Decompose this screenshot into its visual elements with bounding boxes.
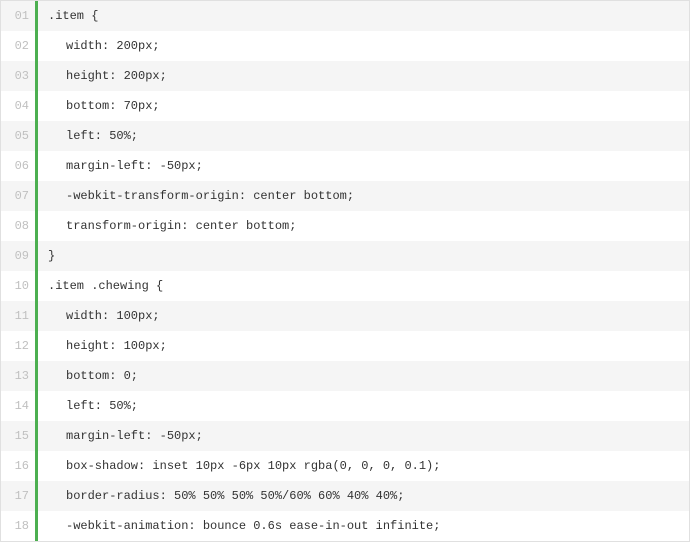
code-content: transform-origin: center bottom; <box>38 219 296 233</box>
code-line: 03 height: 200px; <box>1 61 689 91</box>
code-content: left: 50%; <box>38 399 138 413</box>
code-content: height: 100px; <box>38 339 167 353</box>
code-content: .item { <box>38 9 98 23</box>
code-content: box-shadow: inset 10px -6px 10px rgba(0,… <box>38 459 440 473</box>
code-line: 16 box-shadow: inset 10px -6px 10px rgba… <box>1 451 689 481</box>
line-number: 08 <box>1 219 35 233</box>
line-number: 10 <box>1 279 35 293</box>
code-line: 13 bottom: 0; <box>1 361 689 391</box>
code-line: 12 height: 100px; <box>1 331 689 361</box>
code-line: 11 width: 100px; <box>1 301 689 331</box>
code-line: 10 .item .chewing { <box>1 271 689 301</box>
line-number: 18 <box>1 519 35 533</box>
code-content: margin-left: -50px; <box>38 159 203 173</box>
code-content: .item .chewing { <box>38 279 163 293</box>
line-number: 01 <box>1 9 35 23</box>
code-line: 09 } <box>1 241 689 271</box>
line-number: 14 <box>1 399 35 413</box>
line-number: 12 <box>1 339 35 353</box>
line-number: 03 <box>1 69 35 83</box>
code-line: 14 left: 50%; <box>1 391 689 421</box>
line-number: 11 <box>1 309 35 323</box>
line-number: 02 <box>1 39 35 53</box>
line-number: 16 <box>1 459 35 473</box>
code-line: 17 border-radius: 50% 50% 50% 50%/60% 60… <box>1 481 689 511</box>
code-content: -webkit-animation: bounce 0.6s ease-in-o… <box>38 519 440 533</box>
code-line: 15 margin-left: -50px; <box>1 421 689 451</box>
line-number: 17 <box>1 489 35 503</box>
code-content: bottom: 70px; <box>38 99 160 113</box>
line-number: 13 <box>1 369 35 383</box>
code-content: left: 50%; <box>38 129 138 143</box>
code-line: 07 -webkit-transform-origin: center bott… <box>1 181 689 211</box>
line-number: 07 <box>1 189 35 203</box>
code-line: 18 -webkit-animation: bounce 0.6s ease-i… <box>1 511 689 541</box>
code-content: } <box>38 249 55 263</box>
code-content: margin-left: -50px; <box>38 429 203 443</box>
code-line: 01 .item { <box>1 1 689 31</box>
code-line: 05 left: 50%; <box>1 121 689 151</box>
line-number: 15 <box>1 429 35 443</box>
line-number: 04 <box>1 99 35 113</box>
code-line: 08 transform-origin: center bottom; <box>1 211 689 241</box>
code-content: width: 100px; <box>38 309 160 323</box>
line-number: 05 <box>1 129 35 143</box>
line-number: 09 <box>1 249 35 263</box>
code-content: bottom: 0; <box>38 369 138 383</box>
code-line: 02 width: 200px; <box>1 31 689 61</box>
code-container: 01 .item { 02 width: 200px; 03 height: 2… <box>0 0 690 542</box>
code-content: border-radius: 50% 50% 50% 50%/60% 60% 4… <box>38 489 404 503</box>
code-line: 06 margin-left: -50px; <box>1 151 689 181</box>
code-content: -webkit-transform-origin: center bottom; <box>38 189 354 203</box>
line-number: 06 <box>1 159 35 173</box>
code-content: width: 200px; <box>38 39 160 53</box>
code-content: height: 200px; <box>38 69 167 83</box>
code-line: 04 bottom: 70px; <box>1 91 689 121</box>
